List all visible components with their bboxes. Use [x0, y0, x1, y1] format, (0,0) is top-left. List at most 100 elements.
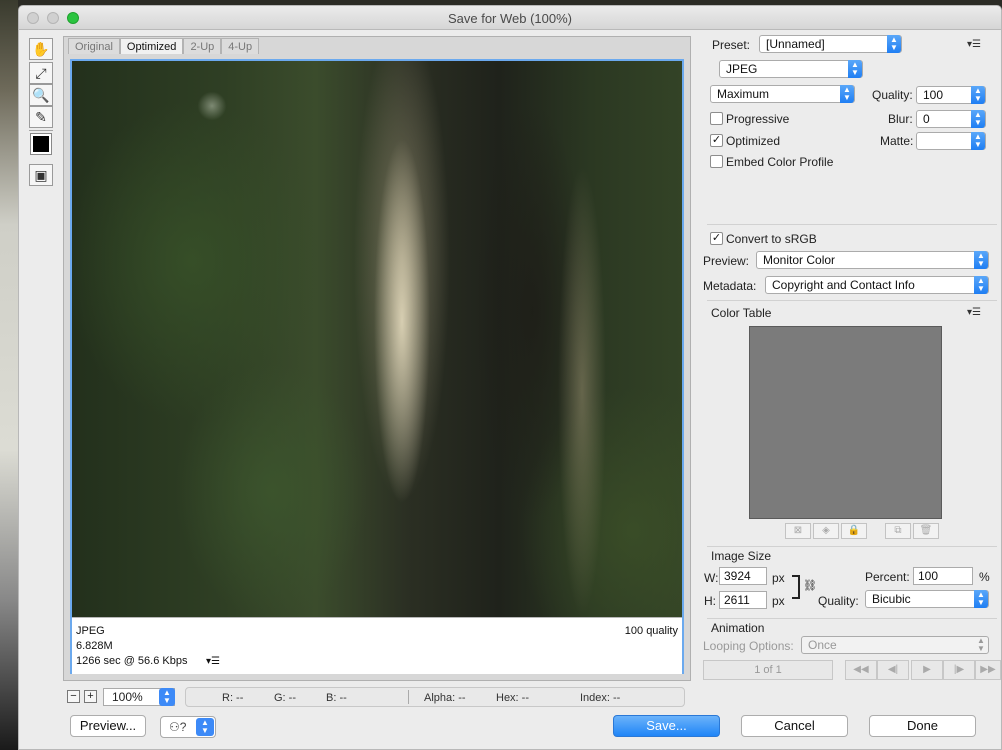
- matte-dropdown-icon: ▲ ▼: [971, 132, 985, 150]
- optimized-preview[interactable]: JPEG 6.828M 1266 sec @ 56.6 Kbps ▾☰ 100 …: [70, 59, 684, 674]
- toolbar-divider: [29, 130, 53, 131]
- readout-hex: Hex: --: [496, 692, 529, 704]
- constrain-proportions-icon[interactable]: ⛓: [803, 579, 817, 592]
- compression-select[interactable]: Maximum ▲ ▼: [710, 85, 855, 103]
- animation-divider: [707, 618, 997, 619]
- preset-dropdown-icon: ▲ ▼: [887, 35, 901, 53]
- resample-quality-value: Bicubic: [872, 592, 911, 606]
- preview-image[interactable]: [72, 61, 682, 617]
- tab-original[interactable]: Original: [68, 38, 120, 54]
- convert-srgb-checkbox[interactable]: ✓: [710, 232, 723, 245]
- color-table-heading: Color Table: [711, 306, 772, 320]
- format-dropdown-icon: ▲ ▼: [848, 60, 862, 78]
- percent-field[interactable]: 100: [913, 567, 973, 585]
- quality-field[interactable]: 100 ▲ ▼: [916, 86, 986, 104]
- hand-tool-icon[interactable]: ✋: [29, 38, 53, 60]
- quality-label: Quality:: [872, 88, 913, 102]
- blur-value: 0: [923, 112, 930, 126]
- delete-color-icon[interactable]: 🗑: [913, 523, 939, 539]
- zoom-stepper[interactable]: ▲ ▼: [159, 688, 175, 706]
- info-file-size: 6.828M: [76, 640, 113, 652]
- web-shift-icon[interactable]: ◈: [813, 523, 839, 539]
- status-bar: − + 100% ▲ ▼ R: -- G: -- B: -- Alpha: -- …: [63, 687, 689, 709]
- readout-index: Index: --: [580, 692, 621, 704]
- color-table[interactable]: [749, 326, 942, 519]
- percent-unit: %: [979, 570, 990, 584]
- preview-mode-select[interactable]: Monitor Color ▲ ▼: [756, 251, 989, 269]
- color-table-menu-icon[interactable]: ▾☰: [967, 307, 981, 318]
- preview-mode-value: Monitor Color: [763, 253, 836, 267]
- pixel-readout: R: -- G: -- B: -- Alpha: -- Hex: -- Inde…: [185, 687, 685, 707]
- zoom-in-button[interactable]: +: [84, 690, 97, 703]
- help-stepper-icon: ▲ ▼: [196, 718, 214, 736]
- window-title: Save for Web (100%): [447, 11, 573, 26]
- matte-select[interactable]: ▲ ▼: [916, 132, 986, 150]
- download-speed-menu-icon[interactable]: ▾☰: [206, 656, 220, 667]
- previous-frame-icon[interactable]: ◀|: [877, 660, 909, 680]
- resample-quality-select[interactable]: Bicubic ▲ ▼: [865, 590, 989, 608]
- quality-value: 100: [923, 88, 944, 102]
- readout-g: G: --: [274, 692, 296, 704]
- image-size-divider: [707, 546, 997, 547]
- info-download-time: 1266 sec @ 56.6 Kbps: [76, 655, 188, 667]
- preset-label: Preset:: [712, 38, 751, 52]
- next-frame-icon[interactable]: |▶: [943, 660, 975, 680]
- tab-optimized[interactable]: Optimized: [119, 38, 184, 54]
- preview-button[interactable]: Preview...: [70, 715, 146, 737]
- convert-srgb-label: Convert to sRGB: [726, 232, 817, 246]
- constrain-bracket: [792, 575, 800, 599]
- progressive-label: Progressive: [726, 112, 790, 126]
- optimized-label: Optimized: [726, 134, 781, 148]
- format-select[interactable]: JPEG ▲ ▼: [719, 60, 863, 78]
- metadata-value: Copyright and Contact Info: [772, 278, 915, 292]
- eyedropper-tool-icon[interactable]: ✎: [29, 106, 53, 128]
- zoom-tool-icon[interactable]: 🔍: [29, 84, 53, 106]
- last-frame-icon[interactable]: ▶▶: [975, 660, 1001, 680]
- play-animation-icon[interactable]: ▶: [911, 660, 943, 680]
- looping-options-label: Looping Options:: [703, 639, 794, 653]
- embed-color-profile-checkbox[interactable]: [710, 155, 723, 168]
- preset-value: [Unnamed]: [766, 37, 825, 51]
- width-field[interactable]: 3924: [719, 567, 767, 585]
- height-field[interactable]: 2611: [719, 591, 767, 609]
- view-tabs: Original Optimized 2-Up 4-Up: [68, 38, 260, 54]
- color-table-toolbar: ⊠ ◈ 🔒 ⧉ 🗑: [785, 523, 941, 539]
- help-menu[interactable]: ⚇? ▲ ▼: [160, 716, 216, 738]
- zoom-out-button[interactable]: −: [67, 690, 80, 703]
- toggle-slices-icon[interactable]: ▣: [29, 164, 53, 186]
- metadata-label: Metadata:: [703, 279, 757, 293]
- looping-options-select[interactable]: Once ▲ ▼: [801, 636, 989, 654]
- optimize-menu-icon[interactable]: ▾☰: [967, 39, 981, 50]
- width-unit: px: [772, 571, 785, 585]
- first-frame-icon[interactable]: ◀◀: [845, 660, 877, 680]
- tab-4-up[interactable]: 4-Up: [221, 38, 260, 54]
- readout-b: B: --: [326, 692, 347, 704]
- resample-quality-label: Quality:: [818, 594, 859, 608]
- lock-color-icon[interactable]: 🔒: [841, 523, 867, 539]
- eyedropper-color-swatch[interactable]: [30, 133, 52, 155]
- info-format: JPEG: [76, 625, 105, 637]
- animation-frame-counter: 1 of 1: [703, 660, 833, 680]
- settings-panel: Preset: [Unnamed] ▲ ▼ ▾☰ JPEG ▲ ▼ Maximum …: [699, 34, 1002, 724]
- resample-quality-dropdown-icon: ▲ ▼: [974, 590, 988, 608]
- background-photo-edge: [0, 0, 18, 750]
- settings-divider: [707, 224, 997, 225]
- matte-label: Matte:: [880, 134, 914, 148]
- new-color-icon[interactable]: ⧉: [885, 523, 911, 539]
- embed-color-profile-label: Embed Color Profile: [726, 155, 834, 169]
- metadata-dropdown-icon: ▲ ▼: [974, 276, 988, 294]
- preset-select[interactable]: [Unnamed] ▲ ▼: [759, 35, 902, 53]
- info-quality: 100 quality: [624, 625, 678, 637]
- image-size-heading: Image Size: [711, 549, 772, 563]
- tab-2-up[interactable]: 2-Up: [183, 38, 222, 54]
- height-unit: px: [772, 594, 785, 608]
- metadata-divider: [707, 300, 997, 301]
- save-for-web-dialog: Save for Web (100%) ✋ ⤢ 🔍 ✎ ▣ Original O…: [18, 5, 1002, 750]
- metadata-select[interactable]: Copyright and Contact Info ▲ ▼: [765, 276, 989, 294]
- blur-field[interactable]: 0 ▲ ▼: [916, 110, 986, 128]
- map-transparent-icon[interactable]: ⊠: [785, 523, 811, 539]
- height-label: H:: [704, 594, 716, 608]
- slice-select-tool-icon[interactable]: ⤢: [29, 62, 53, 84]
- optimized-checkbox[interactable]: ✓: [710, 134, 723, 147]
- progressive-checkbox[interactable]: [710, 112, 723, 125]
